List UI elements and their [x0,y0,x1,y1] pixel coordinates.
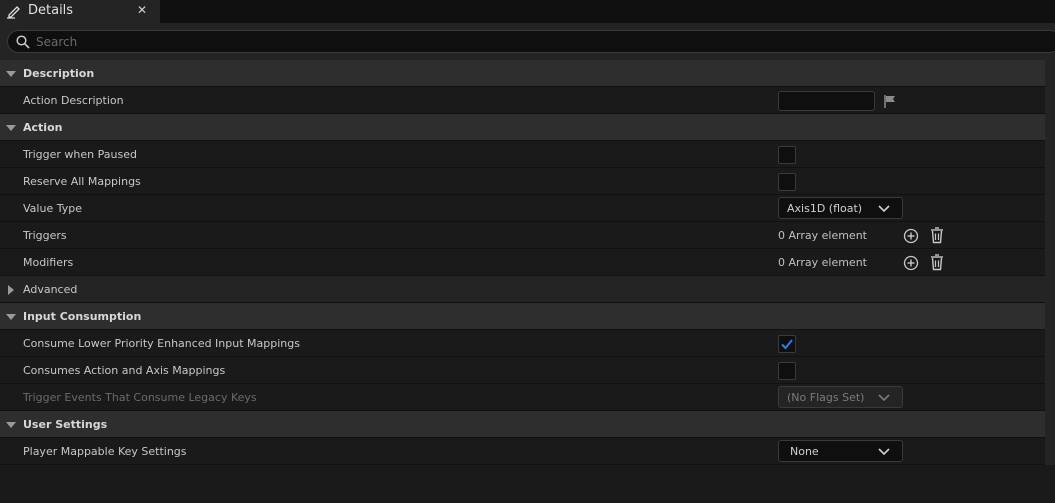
close-icon[interactable]: ✕ [137,3,147,17]
chevron-down-icon [878,394,890,402]
search-box [7,30,1055,53]
tab-title: Details [28,3,74,18]
tab-details[interactable]: Details ✕ [0,0,160,23]
trigger-when-paused-checkbox[interactable] [778,146,796,164]
trash-icon[interactable] [929,254,945,271]
flag-icon[interactable] [882,93,898,109]
property-value-type: Value Type Axis1D (float) [0,195,1055,222]
action-description-input[interactable] [778,91,875,111]
property-label: Triggers [23,229,67,242]
property-label: Consume Lower Priority Enhanced Input Ma… [23,337,300,350]
property-trigger-events: Trigger Events That Consume Legacy Keys … [0,384,1055,411]
chevron-down-icon [878,205,890,213]
expanded-arrow-icon[interactable] [6,420,16,430]
group-label: Advanced [23,283,78,296]
property-label: Modifiers [23,256,74,269]
expanded-arrow-icon[interactable] [6,123,16,133]
empty-area [0,465,1055,503]
collapsed-arrow-icon[interactable] [6,285,16,295]
property-label: Reserve All Mappings [23,175,141,188]
trigger-events-dropdown: (No Flags Set) [778,386,903,408]
reserve-all-mappings-checkbox[interactable] [778,173,796,191]
category-input-consumption[interactable]: Input Consumption [0,303,1055,330]
property-label: Value Type [23,202,82,215]
group-advanced[interactable]: Advanced [0,276,1055,303]
add-element-icon[interactable] [903,228,919,244]
category-description[interactable]: Description [0,60,1055,87]
dropdown-value: None [790,445,819,458]
category-label: Action [23,121,63,134]
player-mappable-dropdown[interactable]: None [778,440,903,462]
array-count: 0 Array element [778,229,867,242]
search-icon [16,35,30,49]
property-consume-lower-priority: Consume Lower Priority Enhanced Input Ma… [0,330,1055,357]
dropdown-value: Axis1D (float) [787,202,863,215]
chevron-down-icon [878,448,890,456]
property-triggers: Triggers 0 Array element [0,222,1055,249]
property-action-description: Action Description [0,87,1055,114]
property-modifiers: Modifiers 0 Array element [0,249,1055,276]
details-list: Description Action Description Action Tr… [0,60,1055,465]
scrollbar[interactable] [1045,60,1055,465]
array-count: 0 Array element [778,256,867,269]
trash-icon[interactable] [929,227,945,244]
consumes-action-axis-checkbox[interactable] [778,362,796,380]
property-label: Trigger Events That Consume Legacy Keys [23,391,257,404]
property-label: Player Mappable Key Settings [23,445,187,458]
category-action[interactable]: Action [0,114,1055,141]
checkmark-icon [781,339,793,350]
consume-lower-priority-checkbox[interactable] [778,335,796,353]
search-input[interactable] [36,31,1036,52]
property-label: Trigger when Paused [23,148,137,161]
expanded-arrow-icon[interactable] [6,69,16,79]
property-consumes-action-axis: Consumes Action and Axis Mappings [0,357,1055,384]
tab-bar: Details ✕ [0,0,1055,23]
edit-icon [7,6,20,19]
category-label: Input Consumption [23,310,142,323]
category-label: User Settings [23,418,108,431]
add-element-icon[interactable] [903,255,919,271]
value-type-dropdown[interactable]: Axis1D (float) [778,197,903,219]
expanded-arrow-icon[interactable] [6,312,16,322]
property-player-mappable: Player Mappable Key Settings None [0,438,1055,465]
property-reserve-all-mappings: Reserve All Mappings [0,168,1055,195]
search-bar [0,23,1055,60]
dropdown-value: (No Flags Set) [787,391,865,404]
property-label: Consumes Action and Axis Mappings [23,364,226,377]
property-label: Action Description [23,94,124,107]
property-trigger-when-paused: Trigger when Paused [0,141,1055,168]
category-label: Description [23,67,95,80]
category-user-settings[interactable]: User Settings [0,411,1055,438]
